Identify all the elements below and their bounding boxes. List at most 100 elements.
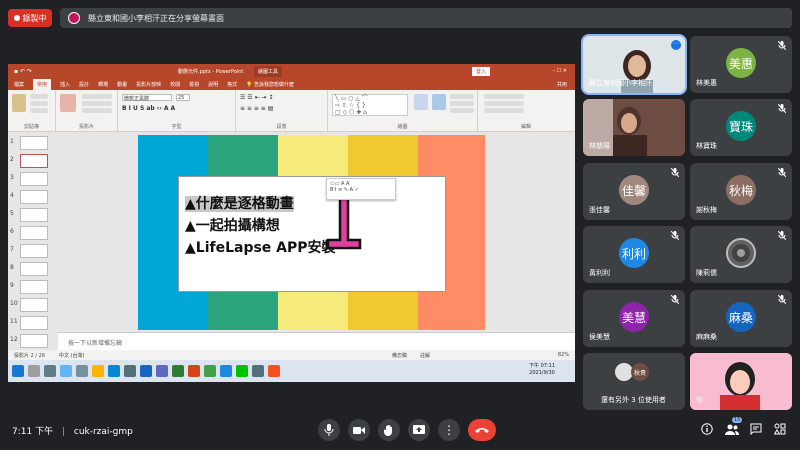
word-icon[interactable]	[140, 365, 152, 377]
folder-icon[interactable]	[92, 365, 104, 377]
participant-tile[interactable]: 美慧 侯美慧	[583, 290, 685, 347]
app-icon[interactable]	[156, 365, 168, 377]
tab-review[interactable]: 校閱	[170, 81, 180, 88]
tab-transitions[interactable]: 轉場	[98, 81, 108, 88]
new-slide-icon[interactable]	[60, 94, 76, 112]
tab-slideshow[interactable]: 投影片放映	[136, 81, 161, 88]
leave-call-button[interactable]	[468, 419, 496, 441]
status-comments-button[interactable]: 註解	[420, 352, 430, 359]
participant-tile[interactable]: 林慈陽	[583, 99, 685, 156]
app-icon[interactable]	[124, 365, 136, 377]
shape-effects-icon[interactable]	[450, 108, 474, 113]
task-view-icon[interactable]	[44, 365, 56, 377]
raise-hand-button[interactable]	[378, 419, 400, 441]
people-button[interactable]: 15	[724, 417, 743, 437]
quick-styles-icon[interactable]	[432, 94, 446, 110]
chat-button[interactable]	[748, 421, 764, 437]
participant-tile[interactable]: 陳莉儒	[690, 226, 792, 283]
mini-toolbar-icons[interactable]: ▭▭ A AB I ≡ ✎ A ✓	[330, 181, 359, 193]
tab-animations[interactable]: 動畫	[117, 81, 127, 88]
more-options-icon[interactable]: ⋯	[671, 40, 681, 50]
font-name-select[interactable]: 微軟正黑體	[122, 94, 172, 102]
section-icon[interactable]	[82, 108, 112, 113]
font-size-select[interactable]: 25	[176, 94, 190, 101]
reset-icon[interactable]	[82, 101, 112, 106]
select-icon[interactable]	[484, 108, 524, 113]
present-button[interactable]	[408, 419, 430, 441]
tab-home[interactable]: 常用	[33, 78, 52, 90]
microphone-button[interactable]	[318, 419, 340, 441]
more-options-button[interactable]: ⋮	[438, 419, 460, 441]
start-icon[interactable]	[12, 365, 24, 377]
search-icon[interactable]	[28, 365, 40, 377]
slide-thumbnail-selected[interactable]	[20, 154, 48, 168]
slide-thumbnail[interactable]	[20, 334, 48, 348]
slide-thumbnail[interactable]	[20, 172, 48, 186]
activities-button[interactable]	[772, 421, 788, 437]
shape-outline-icon[interactable]	[450, 101, 474, 106]
taskbar-clock[interactable]: 下午 07:11 2021/9/30	[529, 363, 555, 377]
chrome-icon[interactable]	[204, 365, 216, 377]
powerpoint-icon[interactable]	[188, 365, 200, 377]
slide-thumbnail[interactable]	[20, 190, 48, 204]
self-tile[interactable]: 你	[690, 353, 792, 410]
share-button[interactable]: 共用	[557, 81, 567, 88]
tab-insert[interactable]: 插入	[60, 81, 70, 88]
app-icon[interactable]	[60, 365, 72, 377]
list-icons[interactable]: ☰ ☰ ⇤ ⇥ ↕	[240, 94, 273, 101]
participant-tile[interactable]: 秋梅 謝秋梅	[690, 163, 792, 220]
participant-tile[interactable]: 寶珠 林寶珠	[690, 99, 792, 156]
recording-label: 錄製中	[22, 13, 47, 23]
status-notes-button[interactable]: 備忘稿	[392, 352, 407, 359]
meeting-details-button[interactable]	[699, 421, 715, 437]
others-tile[interactable]: 秋貴 還有另外 3 位使用者	[583, 353, 685, 410]
sign-in-button[interactable]: 登入	[472, 66, 491, 76]
app-icon[interactable]	[76, 365, 88, 377]
shape-fill-icon[interactable]	[450, 94, 474, 99]
edge-icon[interactable]	[220, 365, 232, 377]
slide-thumbnail[interactable]	[20, 316, 48, 330]
slide-thumbnail[interactable]	[20, 244, 48, 258]
shapes-gallery[interactable]: ╲ ▭ ○ △ ⌒ ⇨ ⇧ ☆ { } ▢ ◇ ⬠ ✚ ⌂	[332, 94, 408, 116]
app-icon[interactable]	[108, 365, 120, 377]
notes-pane[interactable]: 按一下以新增備忘稿	[58, 332, 575, 350]
excel-icon[interactable]	[172, 365, 184, 377]
zoom-level[interactable]: 82%	[558, 352, 569, 358]
find-icon[interactable]	[484, 94, 524, 99]
slide-thumbnail[interactable]	[20, 280, 48, 294]
participant-tile-presenter[interactable]: 縣立東和國小李相汗 ⋯	[581, 34, 687, 95]
slide-textbox[interactable]: ▲什麼是逐格動畫 ▲一起拍攝構想 ▲LifeLapse APP安裝	[178, 176, 446, 292]
tell-me-search[interactable]: 💡 告訴我您想做什麼	[246, 81, 294, 88]
recording-badge[interactable]: 錄製中	[8, 9, 52, 27]
camera-button[interactable]	[348, 419, 370, 441]
tab-help[interactable]: 說明	[208, 81, 218, 88]
arrange-icon[interactable]	[414, 94, 428, 110]
format-painter-icon[interactable]	[30, 108, 48, 113]
replace-icon[interactable]	[484, 101, 524, 106]
app-icon[interactable]	[268, 365, 280, 377]
participant-tile[interactable]: 佳馨 張佳馨	[583, 163, 685, 220]
font-format-icons[interactable]: B I U S ab ‹› A A	[122, 105, 175, 112]
tab-view[interactable]: 檢視	[189, 81, 199, 88]
participant-tile[interactable]: 美惠 林美惠	[690, 36, 792, 93]
participant-tile[interactable]: 麻桑 麻麻桑	[690, 290, 792, 347]
window-controls-icon[interactable]: – ☐ ✕	[553, 68, 567, 74]
slide-thumbnail[interactable]	[20, 298, 48, 312]
save-icon[interactable]: ▪ ↶ ↷	[14, 68, 32, 75]
align-icons[interactable]: ≡ ≡ ≡ ≡ ▤	[240, 105, 273, 112]
line-icon[interactable]	[236, 365, 248, 377]
copy-icon[interactable]	[30, 101, 48, 106]
app-icon[interactable]	[252, 365, 264, 377]
tab-format[interactable]: 格式	[227, 81, 237, 88]
mini-format-toolbar[interactable]: ▭▭ A AB I ≡ ✎ A ✓	[326, 178, 396, 200]
cut-icon[interactable]	[30, 94, 48, 99]
slide-thumbnail[interactable]	[20, 136, 48, 150]
participant-tile[interactable]: 利利 黃利利	[583, 226, 685, 283]
slide-thumbnail[interactable]	[20, 208, 48, 222]
slide-thumbnail[interactable]	[20, 262, 48, 276]
tab-design[interactable]: 設計	[79, 81, 89, 88]
slide-thumbnail[interactable]	[20, 226, 48, 240]
tab-file[interactable]: 檔案	[14, 81, 24, 88]
paste-icon[interactable]	[12, 94, 26, 112]
layout-icon[interactable]	[82, 94, 112, 99]
